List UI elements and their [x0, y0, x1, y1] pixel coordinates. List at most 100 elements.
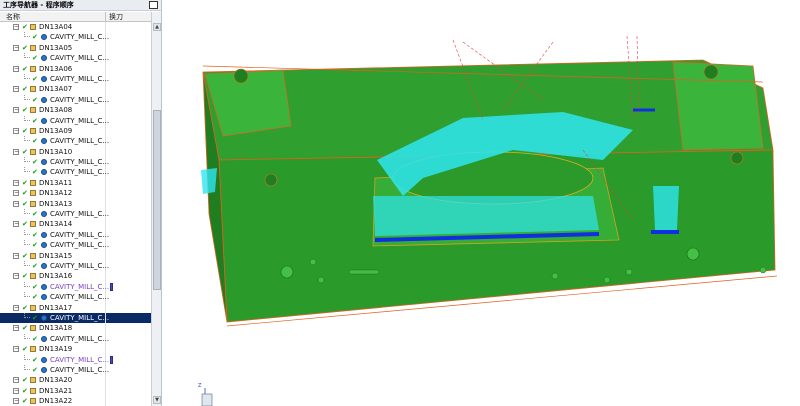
- tree-expand-icon[interactable]: −: [13, 24, 19, 30]
- tool-change-icon: [110, 282, 113, 291]
- status-check-icon: ✔: [32, 241, 38, 250]
- tree-group-row[interactable]: − ✔ DN13A07: [0, 84, 151, 95]
- tree-group-row[interactable]: − ✔ DN13A05: [0, 42, 151, 54]
- status-check-icon: ✔: [32, 137, 38, 146]
- tree-row-label: DN13A22: [39, 397, 73, 406]
- tree-expand-icon[interactable]: −: [13, 179, 19, 186]
- status-check-icon: ✔: [32, 74, 38, 83]
- tree-expand-icon[interactable]: −: [13, 148, 19, 155]
- scroll-down-icon[interactable]: ▼: [153, 396, 161, 404]
- tree-operation-row[interactable]: ✔ CAVITY_MILL_C...: [0, 354, 151, 365]
- tree-group-row[interactable]: − ✔ DN13A14: [0, 219, 151, 230]
- mold-part[interactable]: [202, 59, 776, 323]
- cavity-mill-icon: [41, 34, 47, 41]
- tree-expand-icon[interactable]: −: [13, 325, 19, 332]
- scroll-up-icon[interactable]: ▲: [153, 23, 161, 31]
- tree-connector: [24, 167, 30, 173]
- status-check-icon: ✔: [22, 43, 28, 52]
- hole: [317, 276, 325, 284]
- hole: [309, 258, 317, 266]
- tree-operation-row[interactable]: ✔ CAVITY_MILL_C...: [0, 281, 151, 293]
- tree-operation-row[interactable]: ✔ CAVITY_MILL_C...: [0, 73, 151, 85]
- tree-row-label: DN13A06: [39, 64, 73, 73]
- hole: [686, 247, 700, 261]
- tree-group-row[interactable]: − ✔ DN13A13: [0, 198, 151, 210]
- tree-row-label: CAVITY_MILL_C...: [50, 282, 110, 291]
- tree-expand-icon[interactable]: −: [13, 44, 19, 51]
- column-header-tool-change[interactable]: 换刀: [109, 12, 123, 22]
- tree-expand-icon[interactable]: −: [13, 221, 19, 228]
- tree-operation-row[interactable]: ✔ CAVITY_MILL_C...: [0, 260, 151, 272]
- tree-expand-icon[interactable]: −: [13, 127, 19, 134]
- triad-z-label: Z: [198, 383, 202, 389]
- tree-group-row[interactable]: − ✔ DN13A11: [0, 177, 151, 189]
- program-group-icon: [30, 86, 36, 93]
- tree-expand-icon[interactable]: −: [13, 200, 19, 207]
- tree-group-row[interactable]: − ✔ DN13A19: [0, 344, 151, 355]
- tree-expand-icon[interactable]: −: [13, 387, 19, 394]
- tree-operation-row[interactable]: ✔ CAVITY_MILL_C...: [0, 167, 151, 178]
- scrollbar-thumb[interactable]: [153, 110, 161, 290]
- status-check-icon: ✔: [32, 33, 38, 42]
- tree-expand-icon[interactable]: −: [13, 273, 19, 280]
- status-check-icon: ✔: [32, 54, 38, 63]
- tree-operation-row[interactable]: ✔ CAVITY_MILL_C...: [0, 32, 151, 43]
- tree-expand-icon[interactable]: −: [13, 107, 19, 114]
- tree-expand-icon[interactable]: −: [13, 252, 19, 259]
- tree-group-row[interactable]: − ✔ DN13A21: [0, 385, 151, 397]
- status-check-icon: ✔: [32, 355, 38, 364]
- cavity-mill-icon: [41, 262, 47, 269]
- tree-row-label: CAVITY_MILL_C...: [50, 241, 110, 250]
- status-check-icon: ✔: [32, 158, 38, 167]
- tree-operation-row[interactable]: ✔ CAVITY_MILL_C...: [0, 229, 151, 241]
- tree-operation-row[interactable]: ✔ CAVITY_MILL_C...: [0, 333, 151, 345]
- tree-group-row[interactable]: − ✔ DN13A17: [0, 302, 151, 313]
- tree-group-row[interactable]: − ✔ DN13A09: [0, 125, 151, 137]
- column-header-name[interactable]: 名称: [6, 12, 20, 22]
- tree-operation-row[interactable]: ✔ CAVITY_MILL_C...: [0, 157, 151, 168]
- tree-operation-row[interactable]: ✔ CAVITY_MILL_C...: [0, 53, 151, 64]
- tree-expand-icon[interactable]: −: [13, 304, 19, 311]
- tree-group-row[interactable]: − ✔ DN13A08: [0, 105, 151, 116]
- tree-group-row[interactable]: − ✔ DN13A15: [0, 250, 151, 261]
- status-check-icon: ✔: [22, 64, 28, 73]
- tree-group-row[interactable]: − ✔ DN13A10: [0, 146, 151, 158]
- tree-group-row[interactable]: − ✔ DN13A06: [0, 63, 151, 74]
- tree-group-row[interactable]: − ✔ DN13A12: [0, 188, 151, 199]
- tree-operation-row[interactable]: ✔ CAVITY_MILL_C...: [0, 364, 151, 376]
- column-divider: [105, 84, 106, 95]
- navigator-title: 工序导航器 - 程序顺序: [3, 1, 74, 9]
- navigator-scrollbar[interactable]: ▲ ▼: [151, 12, 161, 406]
- cavity-mill-icon: [41, 294, 47, 301]
- tree-operation-row[interactable]: ✔ CAVITY_MILL_C...: [0, 292, 151, 303]
- tree-operation-row[interactable]: ✔ CAVITY_MILL_C...: [0, 136, 151, 147]
- tree-expand-icon[interactable]: −: [13, 398, 19, 405]
- tree-expand-icon[interactable]: −: [13, 377, 19, 384]
- status-check-icon: ✔: [32, 293, 38, 302]
- tree-operation-row[interactable]: ✔ CAVITY_MILL_C...: [0, 94, 151, 106]
- column-separator[interactable]: [105, 12, 106, 22]
- tree-operation-row[interactable]: ✔ CAVITY_MILL_C...: [0, 209, 151, 220]
- slot: [348, 269, 380, 275]
- tree-expand-icon[interactable]: −: [13, 86, 19, 93]
- tree-expand-icon[interactable]: −: [13, 190, 19, 197]
- tree-expand-icon[interactable]: −: [13, 346, 19, 353]
- tree-group-row[interactable]: − ✔ DN13A18: [0, 323, 151, 334]
- tree-group-row[interactable]: − ✔ DN13A20: [0, 375, 151, 386]
- tree-operation-row[interactable]: ✔ CAVITY_MILL_C...: [0, 115, 151, 126]
- graphics-viewport[interactable]: [163, 0, 800, 406]
- tree-group-row[interactable]: − ✔ DN13A04: [0, 22, 151, 33]
- tree-row-label: CAVITY_MILL_C...: [50, 334, 110, 343]
- tree-operation-row[interactable]: ✔ CAVITY_MILL_C...: [0, 312, 151, 324]
- tree-operation-row[interactable]: ✔ CAVITY_MILL_C...: [0, 240, 151, 251]
- tree-group-row[interactable]: − ✔ DN13A16: [0, 271, 151, 282]
- hole: [551, 272, 559, 280]
- tree-row-label: DN13A07: [39, 85, 73, 94]
- status-check-icon: ✔: [22, 85, 28, 94]
- tree-row-label: DN13A14: [39, 220, 73, 229]
- tree-expand-icon[interactable]: −: [13, 65, 19, 72]
- tree-group-row[interactable]: − ✔ DN13A22: [0, 396, 151, 406]
- panel-maximize-button[interactable]: [149, 1, 158, 9]
- column-divider: [105, 302, 106, 313]
- tree-row-label: DN13A18: [39, 324, 73, 333]
